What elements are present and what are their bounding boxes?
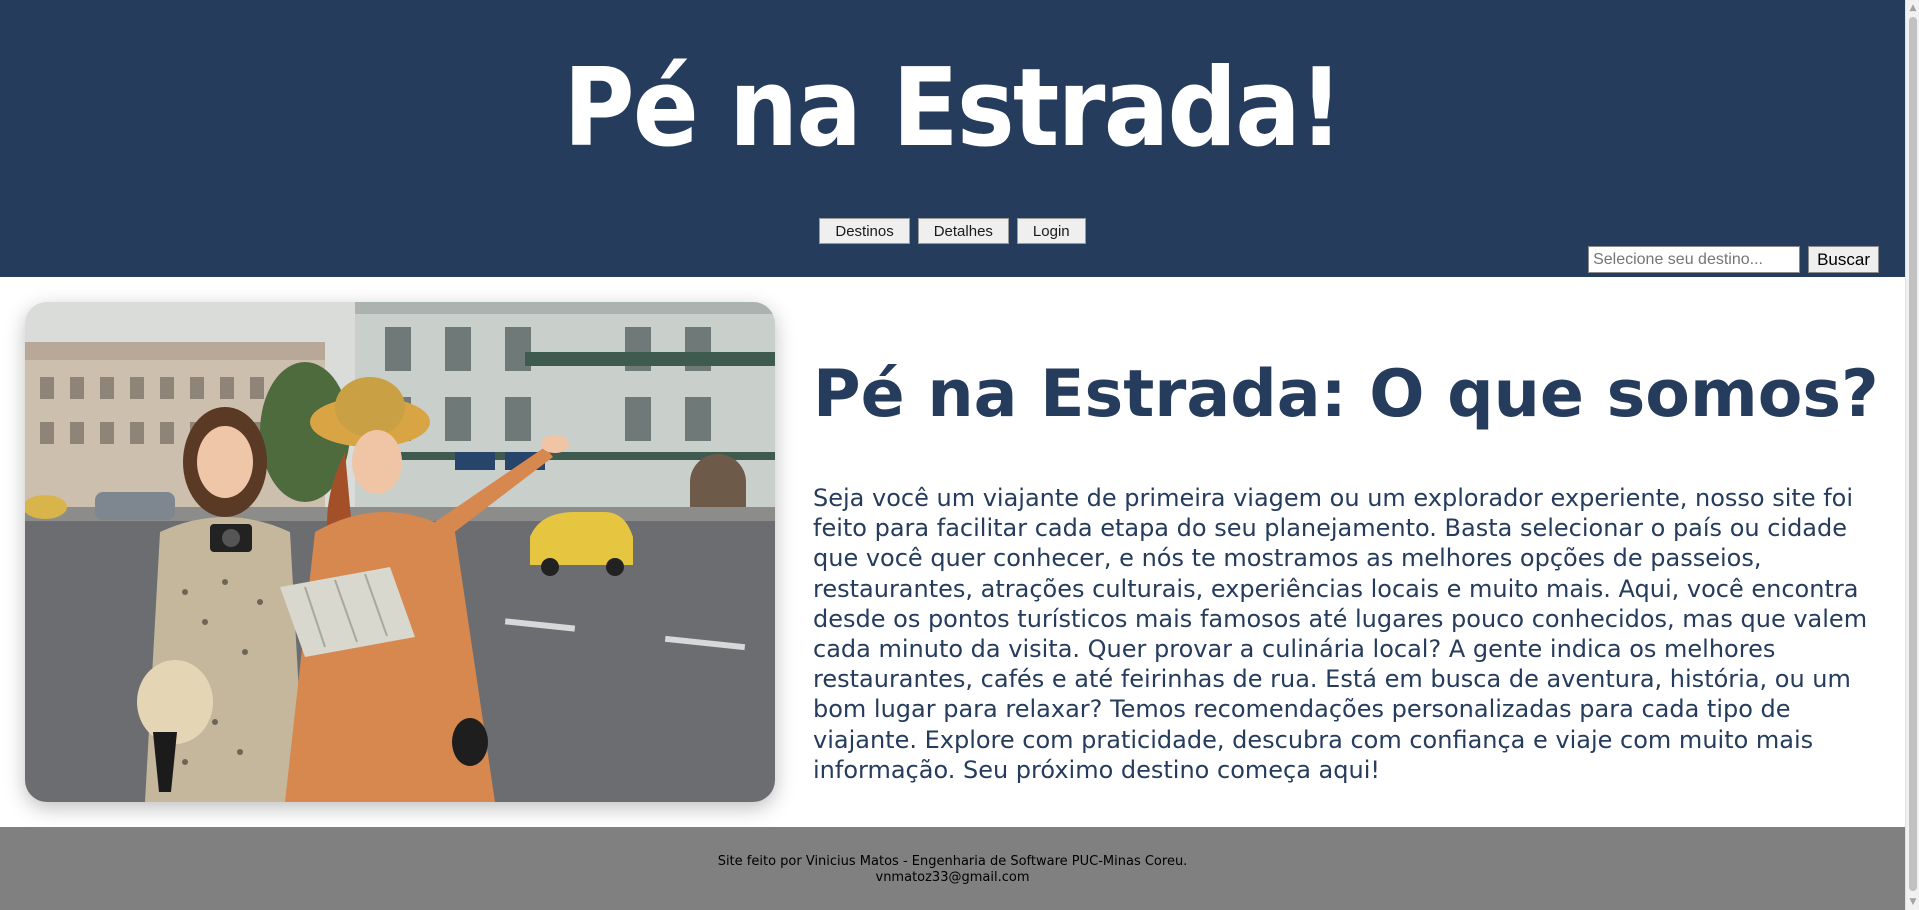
nav-detalhes-button[interactable]: Detalhes (917, 218, 1009, 244)
nav-login-button[interactable]: Login (1016, 218, 1086, 244)
site-header: Pé na Estrada! Destinos Detalhes Login B… (0, 0, 1905, 277)
footer-credit: Site feito por Vinicius Matos - Engenhar… (717, 854, 1188, 869)
destination-search-input[interactable] (1588, 246, 1801, 273)
search-button[interactable]: Buscar (1808, 246, 1879, 273)
site-footer: Site feito por Vinicius Matos - Engenhar… (0, 827, 1905, 910)
about-paragraph: Seja você um viajante de primeira viagem… (813, 484, 1868, 784)
scroll-down-arrow-icon[interactable]: ▼ (1906, 894, 1919, 910)
about-title: Pé na Estrada: O que somos? (813, 357, 1879, 432)
travelers-photo (25, 302, 775, 802)
site-logo: Pé na Estrada! (563, 46, 1343, 171)
main-nav: Destinos Detalhes Login (0, 218, 1905, 244)
scrollbar-thumb[interactable] (1909, 17, 1917, 891)
scroll-up-arrow-icon[interactable]: ▲ (1906, 0, 1919, 16)
footer-email: vnmatoz33@gmail.com (875, 870, 1030, 885)
page: Pé na Estrada! Destinos Detalhes Login B… (0, 0, 1905, 910)
vertical-scrollbar[interactable]: ▲ ▼ (1905, 0, 1919, 910)
nav-destinos-button[interactable]: Destinos (819, 218, 910, 244)
search-bar: Buscar (1588, 246, 1879, 273)
